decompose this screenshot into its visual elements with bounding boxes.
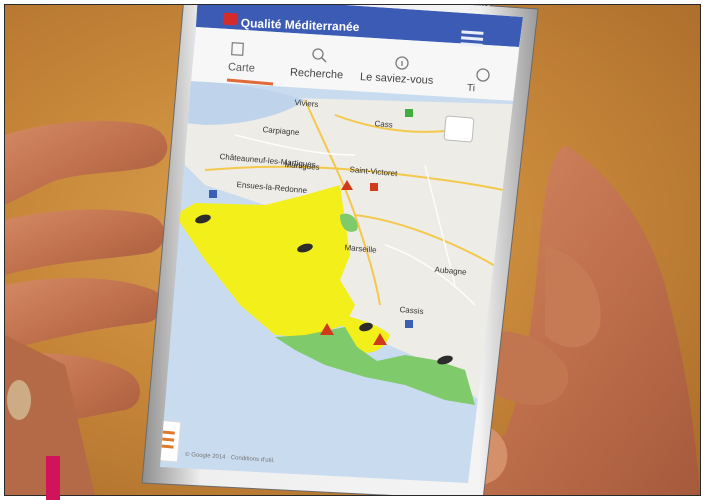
place-label: Aubagne: [434, 265, 467, 277]
map-attribution: © Google 2014 · Conditions d'util.: [184, 451, 275, 465]
corner-accent-bar: [46, 456, 60, 500]
place-label: Marseille: [344, 243, 377, 255]
tab-partial[interactable]: Ti: [467, 83, 476, 94]
tab-recherche[interactable]: Recherche: [290, 67, 344, 82]
place-label: Carpiagne: [262, 125, 300, 138]
place-label: Cass: [374, 119, 394, 130]
place-label: Saint-Victoret: [349, 165, 398, 179]
place-label: Ensues-la-Redonne: [236, 180, 308, 196]
place-label: Martigues: [284, 160, 320, 173]
place-label: Cassis: [399, 305, 424, 317]
tab-le-saviez-vous[interactable]: Le saviez-vous: [360, 71, 434, 87]
status-time: 18:04: [467, 4, 491, 13]
place-label: Viviers: [294, 98, 319, 110]
phone-ui-text: 18:04 Qualité Méditerranée Carte Recherc…: [5, 5, 700, 495]
tab-carte[interactable]: Carte: [228, 61, 255, 74]
app-title: Qualité Méditerranée: [240, 16, 360, 35]
photo: 18:04 Qualité Méditerranée Carte Recherc…: [4, 4, 701, 496]
